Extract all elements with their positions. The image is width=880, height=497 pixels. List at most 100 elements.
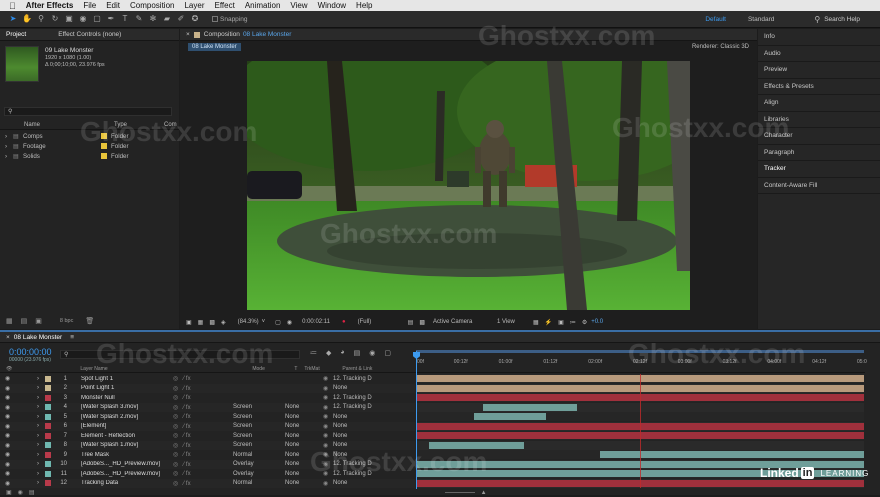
- blend-mode-dropdown[interactable]: Overlay: [233, 471, 275, 477]
- brush-tool-icon[interactable]: ✎: [134, 14, 144, 24]
- parent-dropdown[interactable]: 12. Tracking D: [333, 376, 372, 382]
- chevron-down-icon[interactable]: ˅: [262, 319, 266, 325]
- mask-icon[interactable]: ◈: [221, 319, 226, 326]
- parent-dropdown[interactable]: None: [333, 423, 347, 429]
- trkmat-dropdown[interactable]: None: [285, 404, 323, 410]
- selection-tool-icon[interactable]: ➤: [8, 14, 18, 24]
- draft-3d-icon[interactable]: ◆: [326, 349, 331, 357]
- panel-align[interactable]: Align: [758, 95, 880, 112]
- breadcrumb[interactable]: 08 Lake Monster: [188, 43, 241, 51]
- list-item[interactable]: › ▤ Footage Folder: [0, 141, 179, 151]
- label-color[interactable]: [45, 451, 51, 458]
- tab-project[interactable]: Project: [6, 31, 26, 38]
- current-time[interactable]: 0:00:02:11: [302, 319, 330, 325]
- pick-whip-icon[interactable]: ◉: [323, 423, 333, 430]
- composition-viewer-frame[interactable]: [247, 61, 690, 310]
- layer-name[interactable]: [Element]: [81, 423, 173, 429]
- eye-icon[interactable]: ◉: [5, 461, 19, 468]
- pick-whip-icon[interactable]: ◉: [323, 442, 333, 449]
- parent-dropdown[interactable]: None: [333, 385, 347, 391]
- preview-icon[interactable]: ▣: [186, 319, 192, 326]
- eye-icon[interactable]: ◉: [5, 442, 19, 449]
- frame-blending-icon[interactable]: ▤: [354, 349, 361, 357]
- blend-mode-dropdown[interactable]: Overlay: [233, 461, 275, 467]
- switches[interactable]: ◎ ⁄ fx: [173, 385, 233, 392]
- panel-content-aware-fill[interactable]: Content-Aware Fill: [758, 178, 880, 194]
- menu-app[interactable]: After Effects: [21, 1, 79, 10]
- pick-whip-icon[interactable]: ◉: [323, 432, 333, 439]
- roto-tool-icon[interactable]: ✐: [176, 14, 186, 24]
- table-row[interactable]: ◉ › 12 Tracking Data ◎ ⁄ fx Normal None ◉ None: [0, 478, 415, 488]
- switches[interactable]: ◎ ⁄ fx: [173, 470, 233, 477]
- rectangle-tool-icon[interactable]: ▢: [92, 14, 102, 24]
- layer-name[interactable]: [AdobeS..._HD_Preview.mov]: [81, 461, 173, 467]
- menu-composition[interactable]: Composition: [125, 1, 179, 10]
- zoom-slider[interactable]: [444, 492, 475, 493]
- expand-arrow-icon[interactable]: ›: [37, 423, 45, 429]
- layer-name[interactable]: [Water Splash 2.mov]: [81, 414, 173, 420]
- zoom-tool-icon[interactable]: ⚲: [36, 14, 46, 24]
- blend-mode-dropdown[interactable]: Screen: [233, 423, 275, 429]
- close-icon[interactable]: ×: [6, 334, 10, 341]
- switches[interactable]: ◎ ⁄ fx: [173, 423, 233, 430]
- camera-dropdown[interactable]: Active Camera: [433, 319, 491, 325]
- table-row[interactable]: ◉ › 2 Point Light 1 ◎ ⁄ fx ◉ None: [0, 383, 415, 393]
- label-color[interactable]: [45, 480, 51, 487]
- expand-arrow-icon[interactable]: ›: [37, 442, 45, 448]
- table-row[interactable]: ◉ › 1 Spot Light 1 ◎ ⁄ fx ◉ 12. Tracking D: [0, 374, 415, 384]
- chevron-right-icon[interactable]: ›: [5, 143, 13, 150]
- tab-effect-controls[interactable]: Effect Controls (none): [58, 31, 121, 38]
- parent-dropdown[interactable]: None: [333, 480, 347, 486]
- layer-name[interactable]: [Water Splash 1.mov]: [81, 442, 173, 448]
- new-comp-icon[interactable]: ▣: [35, 317, 42, 325]
- blend-mode-dropdown[interactable]: Screen: [233, 414, 275, 420]
- switches[interactable]: ◎ ⁄ fx: [173, 480, 233, 487]
- panel-tracker[interactable]: Tracker: [758, 161, 880, 178]
- pick-whip-icon[interactable]: ◉: [323, 413, 333, 420]
- column-comment[interactable]: Com: [164, 122, 177, 128]
- apple-icon[interactable]: : [0, 1, 21, 11]
- composition-tab[interactable]: × Composition 08 Lake Monster: [180, 29, 757, 41]
- current-timecode[interactable]: 0:00:00:00: [9, 347, 52, 357]
- column-t[interactable]: T: [294, 366, 304, 372]
- column-type[interactable]: Type: [114, 122, 164, 128]
- switches[interactable]: ◎ ⁄ fx: [173, 442, 233, 449]
- rotate-tool-icon[interactable]: ↻: [50, 14, 60, 24]
- eye-icon[interactable]: ◉: [5, 404, 19, 411]
- table-row[interactable]: ◉ › 3 Monster Null ◎ ⁄ fx ◉ 12. Tracking D: [0, 393, 415, 403]
- panel-menu-icon[interactable]: ≡: [70, 334, 74, 341]
- layer-name[interactable]: Point Light 1: [81, 385, 173, 391]
- menu-edit[interactable]: Edit: [101, 1, 125, 10]
- blend-mode-dropdown[interactable]: Screen: [233, 404, 275, 410]
- list-item[interactable]: › ▤ Solids Folder: [0, 151, 179, 161]
- trkmat-dropdown[interactable]: None: [285, 452, 323, 458]
- panel-libraries[interactable]: Libraries: [758, 112, 880, 128]
- table-row[interactable]: ◉ › 8 [Water Splash 1.mov] ◎ ⁄ fx Screen None ◉…: [0, 440, 415, 450]
- timeline-tab[interactable]: × 08 Lake Monster ≡: [0, 332, 880, 343]
- label-color[interactable]: [45, 404, 51, 411]
- switches[interactable]: ◎ ⁄ fx: [173, 451, 233, 458]
- panel-audio[interactable]: Audio: [758, 46, 880, 62]
- renderer-readout[interactable]: Renderer: Classic 3D: [692, 44, 749, 50]
- column-name[interactable]: Name: [24, 122, 102, 128]
- pick-whip-icon[interactable]: ◉: [323, 375, 333, 382]
- menu-layer[interactable]: Layer: [179, 1, 209, 10]
- layer-name[interactable]: Tracking Data: [81, 480, 173, 486]
- menu-effect[interactable]: Effect: [210, 1, 240, 10]
- label-color[interactable]: [45, 461, 51, 468]
- menu-help[interactable]: Help: [351, 1, 377, 10]
- project-search-input[interactable]: ⚲: [4, 107, 172, 116]
- pick-whip-icon[interactable]: ◉: [323, 451, 333, 458]
- panel-preview[interactable]: Preview: [758, 62, 880, 79]
- eye-icon[interactable]: ◉: [5, 385, 19, 392]
- exposure-value[interactable]: +0.0: [591, 319, 603, 325]
- menu-view[interactable]: View: [285, 1, 312, 10]
- transparency-grid-icon[interactable]: ▩: [419, 319, 425, 326]
- zoom-dropdown[interactable]: (84.3%): [238, 319, 259, 325]
- column-mode[interactable]: Mode: [252, 366, 294, 372]
- parent-dropdown[interactable]: 12. Tracking D: [333, 395, 372, 401]
- column-parent[interactable]: Parent & Link: [342, 366, 372, 372]
- switches[interactable]: ◎ ⁄ fx: [173, 432, 233, 439]
- table-row[interactable]: ◉ › 9 Tree Mask ◎ ⁄ fx Normal None ◉ None: [0, 450, 415, 460]
- trash-icon[interactable]: 🗑: [85, 317, 94, 325]
